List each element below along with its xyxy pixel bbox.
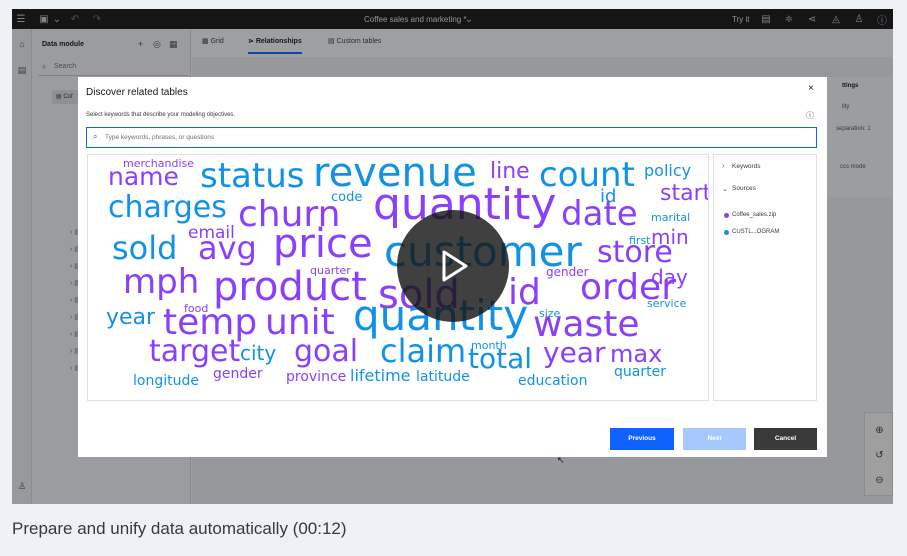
word-cloud-keyword[interactable]: longitude: [133, 374, 199, 388]
keywords-filter-label: Keywords: [732, 163, 761, 170]
word-cloud-keyword[interactable]: year: [106, 307, 155, 329]
chevron-right-icon: ›: [722, 163, 725, 170]
word-cloud-keyword[interactable]: charges: [108, 193, 227, 223]
previous-button[interactable]: Previous: [610, 428, 674, 450]
sources-filter[interactable]: ⌄ Sources: [722, 185, 756, 193]
word-cloud-keyword[interactable]: total: [468, 345, 532, 373]
info-icon[interactable]: ⓘ: [806, 110, 814, 121]
close-icon[interactable]: ×: [808, 83, 814, 94]
word-cloud-keyword[interactable]: name: [108, 164, 179, 189]
word-cloud-keyword[interactable]: mph: [123, 265, 199, 299]
keywords-filter[interactable]: › Keywords: [722, 163, 761, 170]
modal-subtitle: Select keywords that describe your model…: [86, 112, 236, 118]
video-play-button[interactable]: [397, 210, 509, 322]
word-cloud-keyword[interactable]: policy: [644, 163, 691, 179]
word-cloud-keyword[interactable]: city: [240, 343, 276, 363]
keyword-search-input[interactable]: [105, 131, 805, 144]
word-cloud-keyword[interactable]: claim: [380, 335, 466, 367]
word-cloud-keyword[interactable]: target: [149, 337, 240, 367]
word-cloud-keyword[interactable]: store: [597, 238, 673, 268]
modal-title: Discover related tables: [86, 87, 188, 98]
word-cloud-keyword[interactable]: latitude: [416, 370, 470, 384]
source-color-dot: [724, 230, 729, 235]
discover-tables-modal: Discover related tables × Select keyword…: [78, 77, 827, 457]
chevron-down-icon: ⌄: [722, 186, 728, 193]
word-cloud-keyword[interactable]: marital: [651, 212, 690, 223]
word-cloud-keyword[interactable]: province: [286, 370, 346, 384]
word-cloud-keyword[interactable]: year: [543, 339, 605, 367]
word-cloud-keyword[interactable]: gender: [213, 367, 263, 381]
word-cloud-keyword[interactable]: service: [647, 298, 686, 309]
source-color-dot: [724, 213, 729, 218]
search-icon: ⌕: [93, 132, 98, 141]
word-cloud-keyword[interactable]: max: [610, 342, 662, 366]
source-name: Coffee_sales.zip: [732, 212, 777, 218]
play-icon: [442, 250, 468, 282]
keyword-search-field[interactable]: ⌕: [86, 127, 817, 148]
next-button[interactable]: Next: [683, 428, 746, 450]
source-item[interactable]: Coffee_sales.zip: [724, 212, 777, 218]
word-cloud-keyword[interactable]: sold: [112, 232, 177, 264]
word-cloud-keyword[interactable]: price: [273, 224, 373, 264]
filters-panel: › Keywords ⌄ Sources Coffee_sales.zip CU…: [713, 154, 817, 401]
source-name: CUSTL...OGRAM: [732, 229, 780, 235]
word-cloud-keyword[interactable]: date: [561, 197, 638, 231]
video-frame: ☰ ▣ ⌄ ↶ ↷ Coffee sales and marketing * ⌄…: [12, 9, 893, 504]
word-cloud-keyword[interactable]: education: [518, 374, 587, 388]
word-cloud-keyword[interactable]: product: [213, 267, 367, 307]
source-item[interactable]: CUSTL...OGRAM: [724, 229, 780, 235]
word-cloud-keyword[interactable]: status: [200, 159, 304, 193]
sources-filter-label: Sources: [732, 185, 756, 192]
word-cloud-keyword[interactable]: start: [660, 183, 708, 205]
video-caption: Prepare and unify data automatically (00…: [12, 519, 347, 538]
word-cloud-keyword[interactable]: quarter: [614, 365, 666, 379]
word-cloud-keyword[interactable]: lifetime: [350, 368, 411, 384]
word-cloud-keyword[interactable]: goal: [294, 337, 358, 367]
cancel-button[interactable]: Cancel: [754, 428, 817, 450]
word-cloud-keyword[interactable]: avg: [198, 232, 257, 264]
